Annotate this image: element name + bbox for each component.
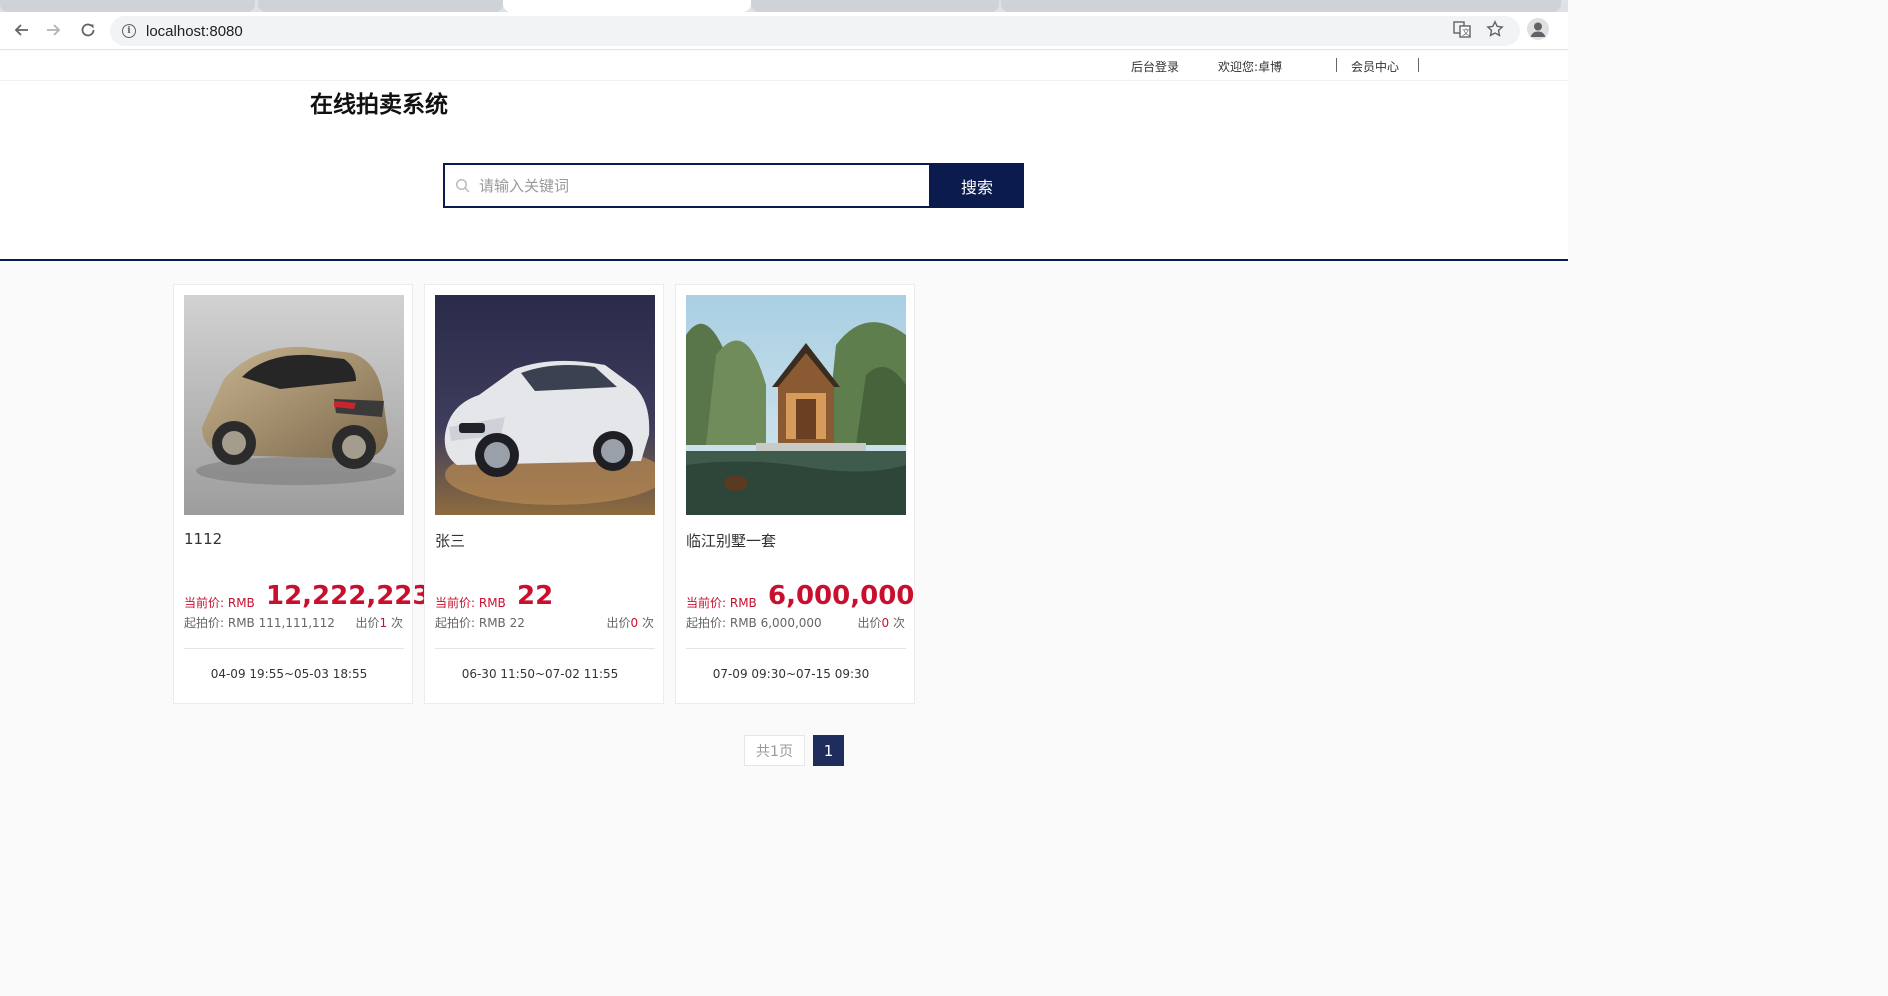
- browser-tab[interactable]: [0, 0, 255, 12]
- svg-text:文: 文: [1462, 27, 1470, 37]
- bid-count: 出价0 次: [858, 614, 905, 631]
- admin-login-link[interactable]: 后台登录: [1131, 58, 1179, 75]
- browser-tab[interactable]: [751, 0, 999, 12]
- topbar-divider: [1418, 58, 1419, 72]
- welcome-user-text: 欢迎您:卓博: [1218, 60, 1283, 74]
- back-arrow-icon[interactable]: [9, 18, 33, 42]
- browser-tab-active[interactable]: [503, 0, 751, 12]
- search-input[interactable]: [477, 175, 897, 196]
- pagination: 共1页 1: [744, 735, 844, 766]
- page-total: 共1页: [744, 735, 805, 766]
- starting-price: 起拍价: RMB 6,000,000: [686, 616, 822, 630]
- page-number-button[interactable]: 1: [813, 735, 844, 766]
- search-icon: [455, 178, 471, 194]
- bid-count-prefix: 出价: [857, 616, 882, 630]
- url-text: localhost:8080: [146, 22, 243, 40]
- address-bar[interactable]: i localhost:8080: [110, 16, 1520, 46]
- topbar-divider: [1336, 58, 1337, 72]
- bid-count: 出价0 次: [607, 614, 654, 631]
- item-image-sedan[interactable]: [435, 295, 655, 515]
- browser-tab[interactable]: [1001, 0, 1561, 12]
- item-image-suv[interactable]: [184, 295, 404, 515]
- site-header: 在线拍卖系统 搜索: [0, 81, 1568, 261]
- auction-card[interactable]: 临江别墅一套 当前价: RMB 6,000,000 起拍价: RMB 6,000…: [675, 284, 915, 704]
- bid-count: 出价1 次: [356, 614, 403, 631]
- auction-card[interactable]: 张三 当前价: RMB 22 起拍价: RMB 22 出价0 次 06-30 1…: [424, 284, 664, 704]
- search-box[interactable]: [443, 163, 931, 208]
- card-divider: [435, 648, 655, 649]
- current-price-label: 当前价: RMB: [184, 596, 255, 610]
- starting-price: 起拍价: RMB 111,111,112: [184, 616, 335, 630]
- site-title[interactable]: 在线拍卖系统: [310, 85, 448, 119]
- bid-count-suffix: 次: [889, 616, 905, 630]
- bid-count-prefix: 出价: [606, 616, 631, 630]
- card-divider: [184, 648, 404, 649]
- bookmark-star-icon[interactable]: [1484, 18, 1506, 40]
- member-center-link[interactable]: 会员中心: [1351, 58, 1399, 75]
- item-image-villa[interactable]: [686, 295, 906, 515]
- current-price: 22: [517, 581, 554, 611]
- item-name[interactable]: 1112: [184, 530, 222, 548]
- item-name[interactable]: 临江别墅一套: [686, 530, 776, 551]
- auction-time-range: 06-30 11:50~07-02 11:55: [461, 667, 619, 681]
- search-button[interactable]: 搜索: [930, 163, 1024, 208]
- browser-toolbar: i localhost:8080 文: [0, 12, 1568, 50]
- auction-time-range: 07-09 09:30~07-15 09:30: [712, 667, 870, 681]
- current-price: 6,000,000: [768, 581, 915, 611]
- reload-icon[interactable]: [76, 18, 100, 42]
- current-price-label: 当前价: RMB: [435, 596, 506, 610]
- browser-tab[interactable]: [258, 0, 503, 12]
- item-name[interactable]: 张三: [435, 530, 465, 551]
- top-utility-bar: 后台登录 欢迎您:卓博 会员中心: [0, 51, 1568, 81]
- bid-count-prefix: 出价: [355, 616, 380, 630]
- profile-avatar-icon[interactable]: [1527, 18, 1549, 40]
- auction-time-range: 04-09 19:55~05-03 18:55: [210, 667, 368, 681]
- bid-count-suffix: 次: [638, 616, 654, 630]
- forward-arrow-icon[interactable]: [42, 18, 66, 42]
- browser-tabstrip: [0, 0, 1568, 12]
- translate-icon[interactable]: 文: [1451, 18, 1473, 40]
- page-content: 后台登录 欢迎您:卓博 会员中心 在线拍卖系统 搜索: [0, 51, 1568, 827]
- card-divider: [686, 648, 906, 649]
- info-icon[interactable]: i: [122, 24, 136, 38]
- bid-count-suffix: 次: [387, 616, 403, 630]
- auction-card[interactable]: 1112 当前价: RMB 12,222,223 起拍价: RMB 111,11…: [173, 284, 430, 704]
- starting-price: 起拍价: RMB 22: [435, 616, 525, 630]
- current-price-label: 当前价: RMB: [686, 596, 757, 610]
- current-price: 12,222,223: [266, 581, 431, 611]
